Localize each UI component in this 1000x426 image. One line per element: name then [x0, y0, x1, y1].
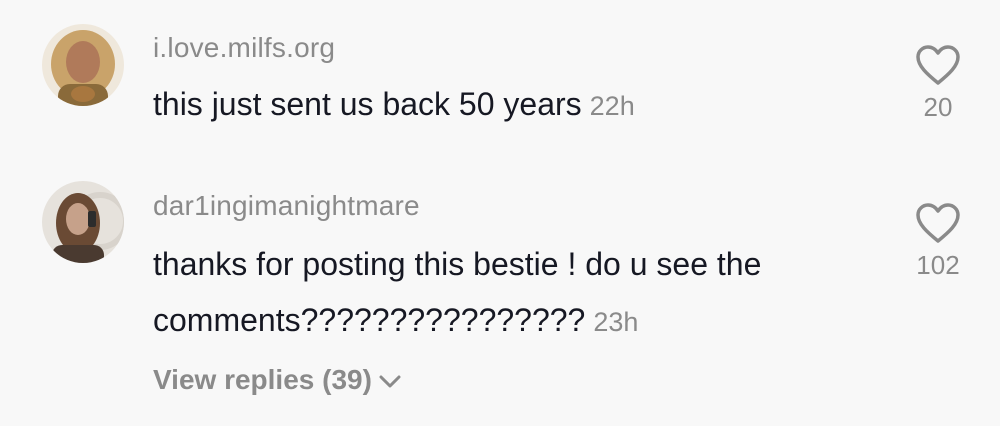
- comment-username[interactable]: i.love.milfs.org: [153, 32, 335, 64]
- comment-timestamp: 22h: [589, 91, 635, 121]
- comment-username[interactable]: dar1ingimanightmare: [153, 190, 420, 222]
- avatar[interactable]: [42, 24, 124, 106]
- chevron-down-icon: [379, 375, 401, 388]
- comment-timestamp: 23h: [593, 307, 639, 337]
- heart-icon: [916, 203, 960, 243]
- comment-text: this just sent us back 50 years 22h: [153, 76, 833, 134]
- comments-list: i.love.milfs.org this just sent us back …: [0, 0, 1000, 426]
- comment-text: thanks for posting this bestie ! do u se…: [153, 236, 833, 350]
- comment-body: this just sent us back 50 years: [153, 86, 582, 122]
- like-count: 102: [916, 250, 960, 280]
- avatar[interactable]: [42, 181, 124, 263]
- view-replies-label: View replies (39): [153, 364, 372, 395]
- comment-body: thanks for posting this bestie ! do u se…: [153, 246, 762, 338]
- comment-item: dar1ingimanightmare thanks for posting t…: [0, 160, 1000, 426]
- heart-icon: [916, 45, 960, 85]
- like-button[interactable]: 20: [898, 44, 978, 123]
- view-replies-button[interactable]: View replies (39): [153, 364, 402, 396]
- like-count: 20: [923, 92, 953, 122]
- like-button[interactable]: 102: [898, 202, 978, 281]
- comment-item: i.love.milfs.org this just sent us back …: [0, 0, 1000, 160]
